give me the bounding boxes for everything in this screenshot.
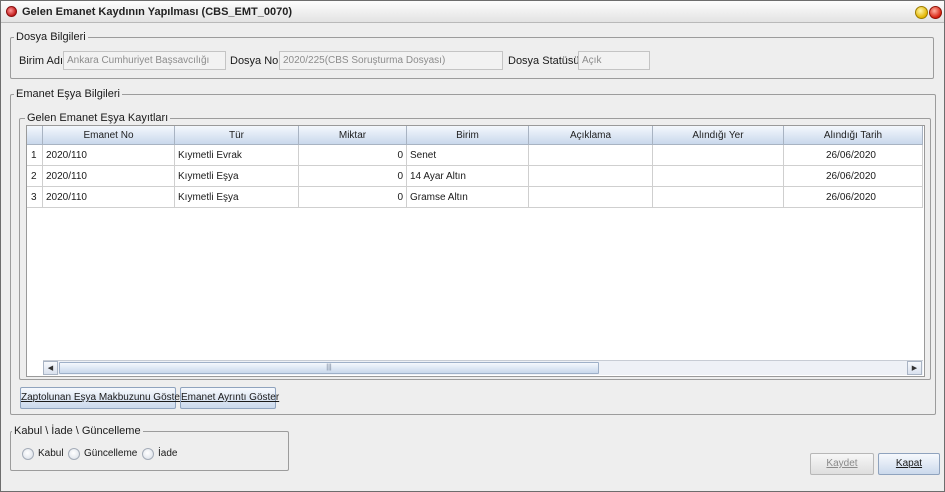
close-icon[interactable] <box>929 6 942 19</box>
radio-iade-dot[interactable] <box>142 448 154 460</box>
row-number: 1 <box>27 145 43 166</box>
emanet-table[interactable]: Emanet No Tür Miktar Birim Açıklama Alın… <box>26 125 925 377</box>
gelen-emanet-kayitlari-legend: Gelen Emanet Eşya Kayıtları <box>25 112 171 124</box>
cell-aciklama[interactable] <box>529 187 653 208</box>
cell-alindigi-yer[interactable] <box>653 166 784 187</box>
cell-emanet-no[interactable]: 2020/110 <box>43 145 175 166</box>
radio-iade-label: İade <box>158 448 178 459</box>
dosya-statusu-label: Dosya Statüsü : <box>508 55 586 67</box>
birim-adi-field[interactable]: Ankara Cumhuriyet Başsavcılığı <box>63 51 226 70</box>
kabul-iade-guncelleme-legend: Kabul \ İade \ Güncelleme <box>12 425 143 437</box>
emanet-ayrinti-button[interactable]: Emanet Ayrıntı Göster <box>180 387 279 409</box>
minimize-icon[interactable] <box>915 6 928 19</box>
cell-alindigi-yer[interactable] <box>653 187 784 208</box>
row-number: 2 <box>27 166 43 187</box>
scroll-left-icon[interactable]: ◀ <box>43 361 58 375</box>
cell-tur[interactable]: Kıymetli Eşya <box>175 187 299 208</box>
cell-alindigi-tarih[interactable]: 26/06/2020 <box>784 145 923 166</box>
radio-guncelleme-label: Güncelleme <box>84 448 138 459</box>
title-bar: Gelen Emanet Kaydının Yapılması (CBS_EMT… <box>1 1 944 23</box>
dosya-bilgileri-legend: Dosya Bilgileri <box>14 31 88 43</box>
dosya-no-label: Dosya No : <box>230 55 285 67</box>
cell-tur[interactable]: Kıymetli Evrak <box>175 145 299 166</box>
column-header-rownum <box>27 126 43 145</box>
cell-birim[interactable]: 14 Ayar Altın <box>407 166 529 187</box>
scroll-right-icon[interactable]: ▶ <box>907 361 922 375</box>
app-icon <box>6 6 17 17</box>
cell-emanet-no[interactable]: 2020/110 <box>43 166 175 187</box>
cell-miktar[interactable]: 0 <box>299 187 407 208</box>
scrollbar-thumb[interactable]: ||| <box>59 362 599 374</box>
cell-emanet-no[interactable]: 2020/110 <box>43 187 175 208</box>
cell-birim[interactable]: Senet <box>407 145 529 166</box>
column-header-birim[interactable]: Birim <box>407 126 529 145</box>
column-header-alindigi-yer[interactable]: Alındığı Yer <box>653 126 784 145</box>
kaydet-button[interactable]: Kaydet <box>810 453 874 475</box>
cell-alindigi-tarih[interactable]: 26/06/2020 <box>784 187 923 208</box>
column-header-miktar[interactable]: Miktar <box>299 126 407 145</box>
cell-aciklama[interactable] <box>529 145 653 166</box>
column-header-tur[interactable]: Tür <box>175 126 299 145</box>
column-header-alindigi-tarih[interactable]: Alındığı Tarih <box>784 126 923 145</box>
dosya-statusu-field[interactable]: Açık <box>578 51 650 70</box>
dosya-no-field[interactable]: 2020/225(CBS Soruşturma Dosyası) <box>279 51 503 70</box>
cell-miktar[interactable]: 0 <box>299 145 407 166</box>
cell-alindigi-yer[interactable] <box>653 145 784 166</box>
radio-guncelleme-dot[interactable] <box>68 448 80 460</box>
table-row[interactable]: 2 2020/110 Kıymetli Eşya 0 14 Ayar Altın… <box>27 166 924 187</box>
cell-alindigi-tarih[interactable]: 26/06/2020 <box>784 166 923 187</box>
zaptolunan-esya-makbuzu-button[interactable]: Zaptolunan Eşya Makbuzunu Göster <box>20 387 183 409</box>
table-header: Emanet No Tür Miktar Birim Açıklama Alın… <box>27 126 924 145</box>
kapat-button[interactable]: Kapat <box>878 453 940 475</box>
row-number: 3 <box>27 187 43 208</box>
table-row[interactable]: 1 2020/110 Kıymetli Evrak 0 Senet 26/06/… <box>27 145 924 166</box>
column-header-aciklama[interactable]: Açıklama <box>529 126 653 145</box>
radio-kabul-dot[interactable] <box>22 448 34 460</box>
cell-aciklama[interactable] <box>529 166 653 187</box>
window-title: Gelen Emanet Kaydının Yapılması (CBS_EMT… <box>22 6 293 18</box>
table-row[interactable]: 3 2020/110 Kıymetli Eşya 0 Gramse Altın … <box>27 187 924 208</box>
emanet-esya-bilgileri-legend: Emanet Eşya Bilgileri <box>14 88 122 100</box>
column-header-emanet-no[interactable]: Emanet No <box>43 126 175 145</box>
birim-adi-label: Birim Adı : <box>19 55 70 67</box>
cell-birim[interactable]: Gramse Altın <box>407 187 529 208</box>
cell-miktar[interactable]: 0 <box>299 166 407 187</box>
radio-kabul-label: Kabul <box>38 448 64 459</box>
horizontal-scrollbar[interactable]: ◀ ||| ▶ <box>43 360 923 375</box>
window: Gelen Emanet Kaydının Yapılması (CBS_EMT… <box>0 0 945 492</box>
cell-tur[interactable]: Kıymetli Eşya <box>175 166 299 187</box>
